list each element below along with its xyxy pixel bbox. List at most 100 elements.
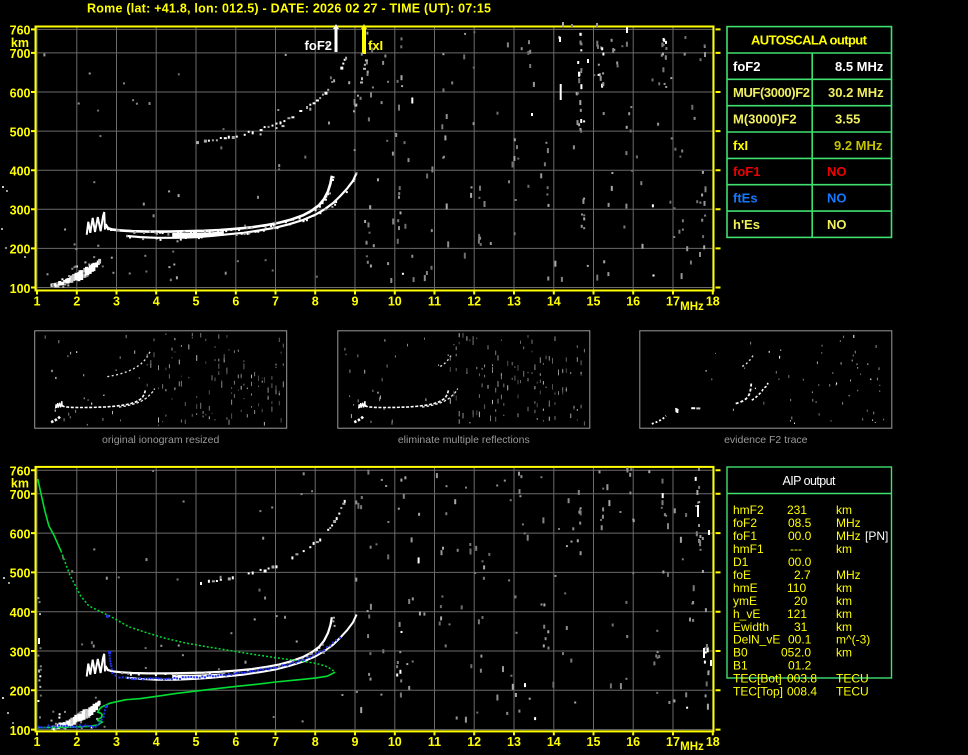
svg-text:foF1: foF1 xyxy=(733,164,760,179)
svg-text:7: 7 xyxy=(272,735,279,749)
svg-text:4: 4 xyxy=(153,295,160,309)
svg-text:300: 300 xyxy=(10,645,31,659)
svg-text:MHz: MHz xyxy=(836,529,861,543)
svg-text:3.55: 3.55 xyxy=(835,112,860,127)
svg-text:7: 7 xyxy=(272,295,279,309)
svg-text:9: 9 xyxy=(352,735,359,749)
svg-text:km: km xyxy=(836,594,852,608)
svg-text:km: km xyxy=(836,607,852,621)
svg-text:2: 2 xyxy=(73,735,80,749)
svg-text:ymE: ymE xyxy=(733,594,757,608)
svg-text:km: km xyxy=(11,36,29,50)
svg-text:10: 10 xyxy=(388,735,402,749)
svg-text:AUTOSCALA output: AUTOSCALA output xyxy=(751,33,868,48)
svg-text:10: 10 xyxy=(388,295,402,309)
svg-text:12: 12 xyxy=(467,735,481,749)
svg-text:hmE: hmE xyxy=(733,581,758,595)
svg-text:B1: B1 xyxy=(733,659,748,673)
svg-text:fxI: fxI xyxy=(368,38,383,53)
svg-text:MHz: MHz xyxy=(680,741,704,753)
svg-text:231: 231 xyxy=(787,503,807,517)
svg-text:ftEs: ftEs xyxy=(733,191,758,206)
svg-text:MHz: MHz xyxy=(680,301,704,313)
svg-text:---: --- xyxy=(790,542,802,556)
svg-text:13: 13 xyxy=(507,295,521,309)
svg-text:km: km xyxy=(836,542,852,556)
svg-text:100: 100 xyxy=(10,282,31,296)
svg-text:hmF1: hmF1 xyxy=(733,542,764,556)
svg-text:200: 200 xyxy=(10,685,31,699)
svg-text:8.5 MHz: 8.5 MHz xyxy=(835,59,884,74)
svg-text:30.2 MHz: 30.2 MHz xyxy=(828,85,884,100)
svg-text:m^(-3): m^(-3) xyxy=(836,633,870,647)
svg-text:9: 9 xyxy=(352,295,359,309)
svg-text:km: km xyxy=(836,620,852,634)
svg-text:01.2: 01.2 xyxy=(788,659,812,673)
svg-text:MHz: MHz xyxy=(836,516,861,530)
svg-text:evidence F2 trace: evidence F2 trace xyxy=(724,434,808,446)
svg-text:NO: NO xyxy=(827,191,847,206)
svg-text:00.0: 00.0 xyxy=(788,529,812,543)
svg-text:3: 3 xyxy=(113,295,120,309)
svg-text:foF2: foF2 xyxy=(733,516,757,530)
svg-text:1: 1 xyxy=(34,735,41,749)
svg-text:16: 16 xyxy=(626,295,640,309)
svg-text:600: 600 xyxy=(10,527,31,541)
svg-text:km: km xyxy=(11,477,29,491)
svg-text:14: 14 xyxy=(547,735,561,749)
svg-text:08.5: 08.5 xyxy=(788,516,812,530)
svg-text:11: 11 xyxy=(428,735,441,749)
svg-text:18: 18 xyxy=(706,735,720,749)
svg-text:008.4: 008.4 xyxy=(787,685,817,699)
svg-text:15: 15 xyxy=(587,735,601,749)
svg-text:6: 6 xyxy=(232,735,239,749)
svg-text:14: 14 xyxy=(547,295,561,309)
svg-text:km: km xyxy=(836,503,852,517)
svg-text:MUF(3000)F2: MUF(3000)F2 xyxy=(733,85,810,100)
svg-text:MHz: MHz xyxy=(836,568,861,582)
svg-text:500: 500 xyxy=(10,125,31,139)
svg-text:11: 11 xyxy=(428,295,441,309)
svg-text:15: 15 xyxy=(587,295,601,309)
svg-text:1: 1 xyxy=(34,295,41,309)
svg-text:20: 20 xyxy=(794,594,808,608)
svg-text:500: 500 xyxy=(10,567,31,581)
svg-text:110: 110 xyxy=(787,581,806,595)
svg-text:600: 600 xyxy=(10,86,31,100)
svg-text:foF2: foF2 xyxy=(733,59,760,74)
svg-text:foF1: foF1 xyxy=(733,529,757,543)
svg-text:NO: NO xyxy=(827,217,847,232)
svg-text:12: 12 xyxy=(467,295,481,309)
svg-text:003.8: 003.8 xyxy=(787,672,817,686)
svg-text:D1: D1 xyxy=(733,555,749,569)
svg-text:original ionogram resized: original ionogram resized xyxy=(102,434,219,446)
svg-text:h'Es: h'Es xyxy=(733,217,760,232)
svg-text:TEC[Bot]: TEC[Bot] xyxy=(733,672,782,686)
svg-text:17: 17 xyxy=(666,295,680,309)
svg-text:300: 300 xyxy=(10,204,31,218)
svg-text:00.0: 00.0 xyxy=(788,555,812,569)
svg-text:DelN_vE: DelN_vE xyxy=(733,633,780,647)
svg-text:hmF2: hmF2 xyxy=(733,503,764,517)
svg-text:121: 121 xyxy=(787,607,807,621)
svg-text:4: 4 xyxy=(153,735,160,749)
svg-text:foE: foE xyxy=(733,568,751,582)
svg-text:TEC[Top]: TEC[Top] xyxy=(733,685,783,699)
svg-text:3: 3 xyxy=(113,735,120,749)
svg-text:B0: B0 xyxy=(733,646,748,660)
svg-text:h_vE: h_vE xyxy=(733,607,760,621)
svg-text:18: 18 xyxy=(706,295,720,309)
svg-text:16: 16 xyxy=(626,735,640,749)
svg-text:NO: NO xyxy=(827,164,847,179)
svg-text:TECU: TECU xyxy=(836,672,869,686)
svg-text:km: km xyxy=(836,646,852,660)
svg-text:31: 31 xyxy=(794,620,808,634)
svg-text:00.1: 00.1 xyxy=(788,633,812,647)
svg-text:200: 200 xyxy=(10,243,31,257)
svg-text:052.0: 052.0 xyxy=(781,646,811,660)
svg-text:400: 400 xyxy=(10,606,31,620)
svg-text:13: 13 xyxy=(507,735,521,749)
svg-text:17: 17 xyxy=(666,735,680,749)
svg-text:9.2 MHz: 9.2 MHz xyxy=(834,138,883,153)
svg-text:2: 2 xyxy=(73,295,80,309)
